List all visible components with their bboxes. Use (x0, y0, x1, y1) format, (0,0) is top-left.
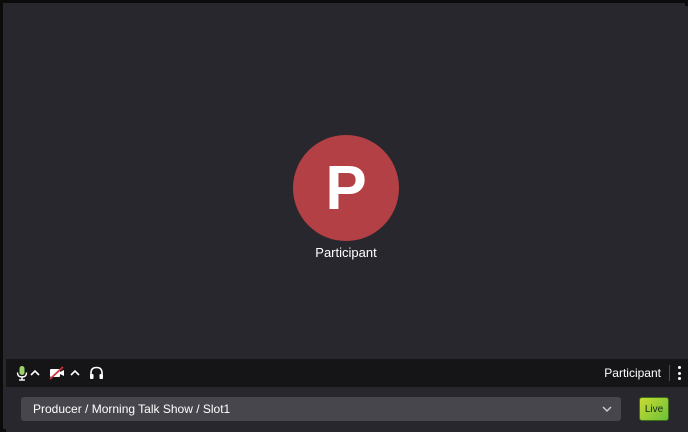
app-window: P Participant Participant Producer / Mor… (0, 0, 688, 432)
camera-toggle-button[interactable] (49, 359, 65, 387)
live-button-label: Live (644, 403, 664, 415)
chevron-up-icon (30, 369, 40, 376)
participant-name: Participant (315, 245, 377, 260)
live-button[interactable]: Live (639, 397, 669, 421)
route-select[interactable]: Producer / Morning Talk Show / Slot1 (21, 397, 621, 421)
toolbar-controls (16, 359, 104, 387)
camera-options-button[interactable] (65, 359, 81, 387)
chevron-up-icon (70, 369, 80, 376)
toolbar-right: Participant (604, 359, 682, 387)
camera-off-icon (49, 366, 64, 380)
chevron-down-icon (602, 406, 612, 412)
headphones-button[interactable] (89, 359, 104, 387)
participant-avatar: P (293, 135, 399, 241)
mic-options-button[interactable] (28, 359, 41, 387)
mic-toggle-button[interactable] (16, 359, 28, 387)
more-vertical-icon[interactable] (676, 366, 682, 380)
bottom-bar: Producer / Morning Talk Show / Slot1 Liv… (6, 387, 688, 432)
divider (669, 365, 670, 381)
current-user-label: Participant (604, 366, 661, 380)
video-stage: P Participant (6, 6, 688, 359)
avatar-initial: P (325, 154, 367, 223)
microphone-icon (16, 366, 28, 381)
headphones-icon (90, 366, 103, 379)
route-select-value: Producer / Morning Talk Show / Slot1 (33, 402, 231, 416)
control-toolbar: Participant (6, 359, 688, 387)
